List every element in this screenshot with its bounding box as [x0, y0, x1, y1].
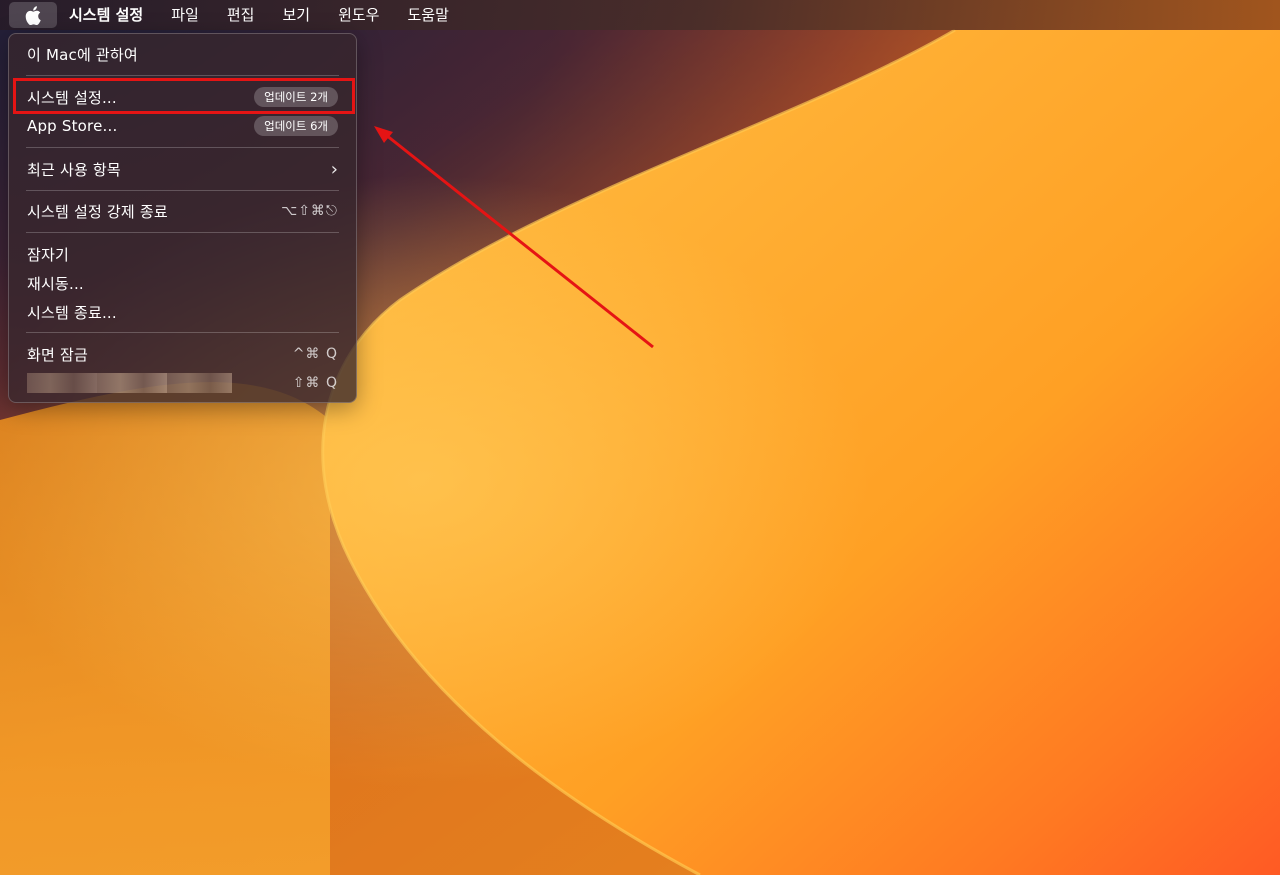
menu-item-force-quit[interactable]: 시스템 설정 강제 종료 ⌥⇧⌘⎋	[15, 197, 350, 225]
menu-item-label: 시스템 설정...	[27, 88, 117, 107]
menu-item-label: 최근 사용 항목	[27, 160, 121, 179]
menubar-edit[interactable]: 편집	[213, 0, 269, 30]
desktop: 시스템 설정 파일 편집 보기 윈도우 도움말 이 Mac에 관하여 시스템 설…	[0, 0, 1280, 875]
apple-logo-icon	[25, 5, 41, 25]
menu-separator	[26, 190, 339, 191]
menu-item-label: 시스템 설정 강제 종료	[27, 202, 168, 221]
menu-item-logout[interactable]: ⇧⌘ Q	[15, 369, 350, 397]
menu-item-label: 잠자기	[27, 245, 70, 264]
menu-separator	[26, 75, 339, 76]
apple-menu-dropdown: 이 Mac에 관하여 시스템 설정... 업데이트 2개 App Store..…	[8, 33, 357, 403]
menu-item-label: 이 Mac에 관하여	[27, 45, 138, 64]
update-badge: 업데이트 2개	[254, 87, 338, 107]
menu-item-about-mac[interactable]: 이 Mac에 관하여	[15, 40, 350, 68]
update-badge: 업데이트 6개	[254, 116, 338, 136]
menu-item-app-store[interactable]: App Store... 업데이트 6개	[15, 112, 350, 140]
menubar-app-name[interactable]: 시스템 설정	[57, 0, 157, 30]
menu-item-shutdown[interactable]: 시스템 종료...	[15, 298, 350, 326]
menu-separator	[26, 147, 339, 148]
menubar-window[interactable]: 윈도우	[324, 0, 393, 30]
keyboard-shortcut: ⇧⌘ Q	[292, 375, 338, 391]
menu-item-restart[interactable]: 재시동...	[15, 269, 350, 297]
apple-menu-button[interactable]	[9, 2, 57, 28]
keyboard-shortcut: ⌥⇧⌘⎋	[281, 203, 338, 219]
menubar-view[interactable]: 보기	[268, 0, 324, 30]
menu-item-label: 시스템 종료...	[27, 303, 117, 322]
menubar-file[interactable]: 파일	[157, 0, 213, 30]
menu-item-lock-screen[interactable]: 화면 잠금 ^⌘ Q	[15, 340, 350, 368]
menubar-help[interactable]: 도움말	[393, 0, 462, 30]
menu-separator	[26, 332, 339, 333]
menu-separator	[26, 232, 339, 233]
chevron-right-icon: ›	[330, 158, 338, 180]
menu-item-system-settings[interactable]: 시스템 설정... 업데이트 2개	[15, 83, 350, 111]
menu-item-label: 화면 잠금	[27, 345, 88, 364]
menu-item-sleep[interactable]: 잠자기	[15, 240, 350, 268]
menu-item-label: App Store...	[27, 117, 118, 135]
redacted-username	[27, 373, 232, 393]
keyboard-shortcut: ^⌘ Q	[292, 346, 338, 362]
menu-item-label: 재시동...	[27, 274, 84, 293]
menu-item-recent-items[interactable]: 최근 사용 항목 ›	[15, 155, 350, 183]
menu-bar: 시스템 설정 파일 편집 보기 윈도우 도움말	[0, 0, 1280, 30]
